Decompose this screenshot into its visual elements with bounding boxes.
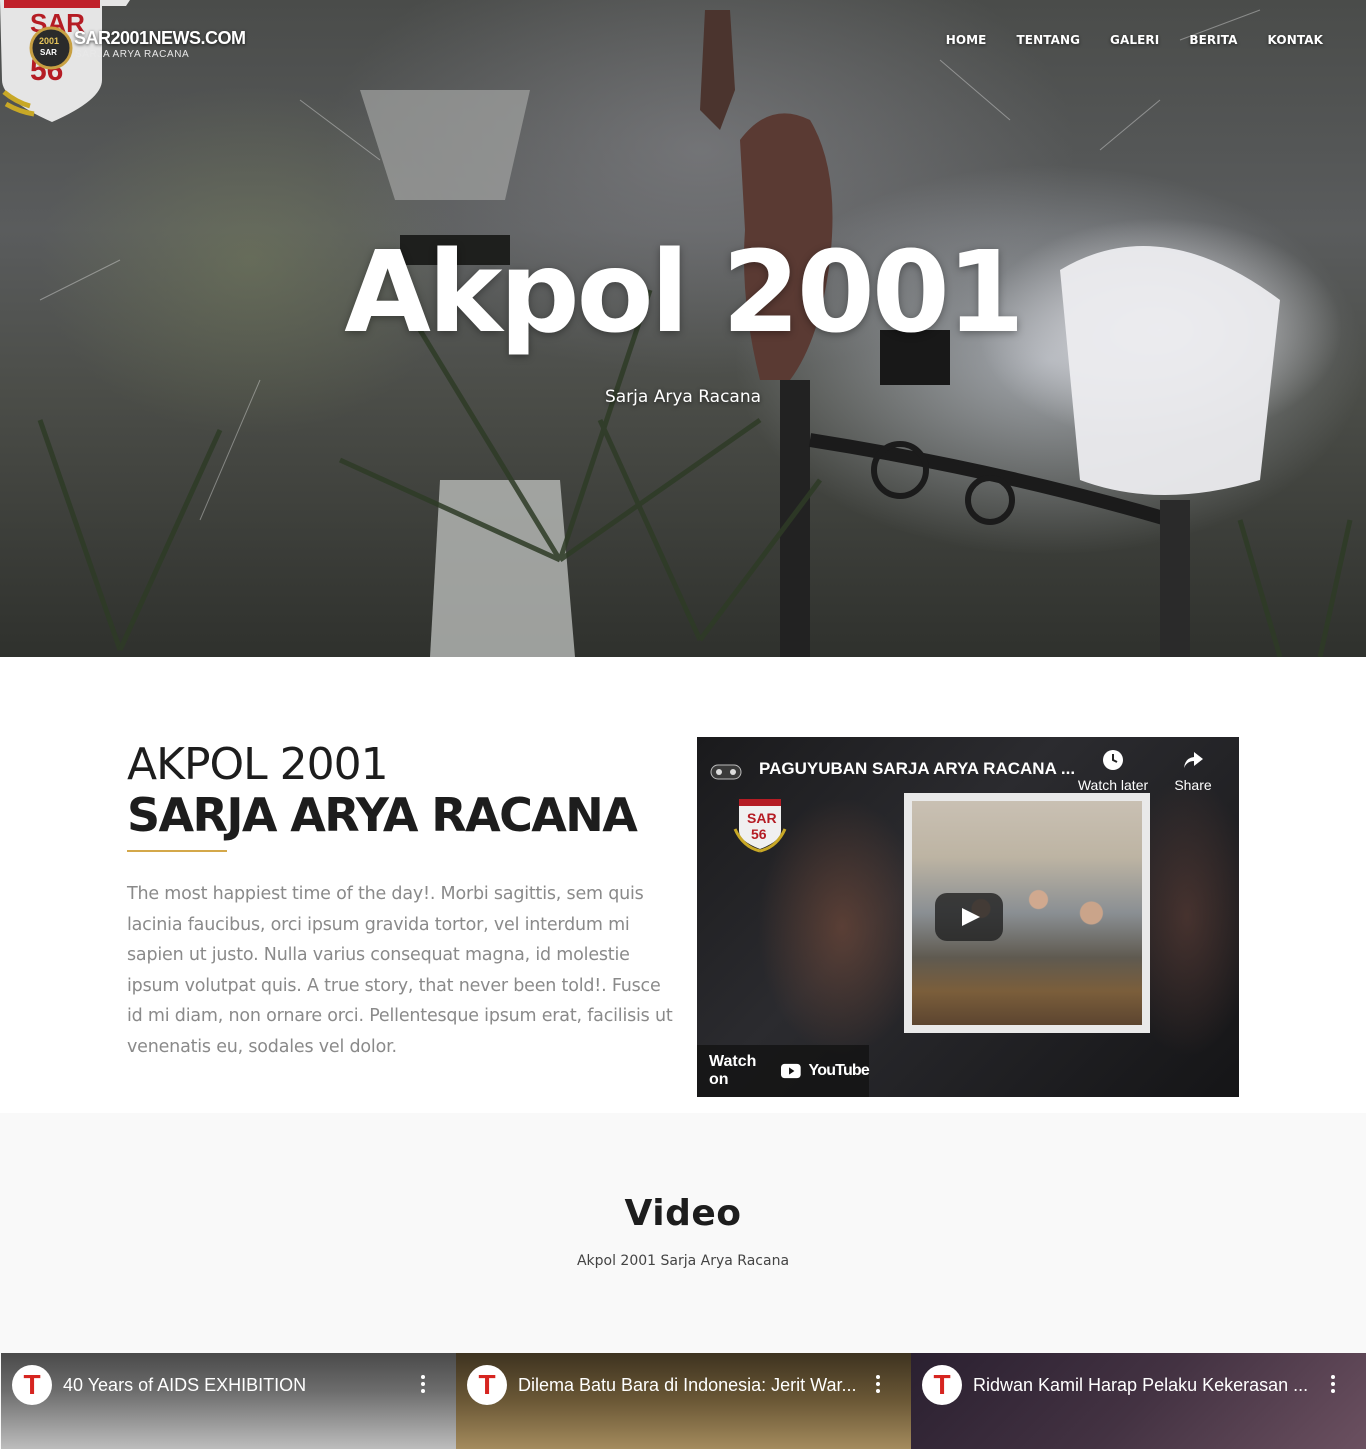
more-options-icon[interactable] — [420, 1375, 426, 1395]
play-button-icon[interactable] — [935, 893, 1003, 941]
heading-divider — [127, 850, 227, 852]
video-card-title[interactable]: Ridwan Kamil Harap Pelaku Kekerasan ... — [973, 1375, 1308, 1396]
nav-berita[interactable]: BERITA — [1189, 33, 1237, 47]
hero-subtitle: Sarja Arya Racana — [604, 387, 762, 407]
svg-text:SAR: SAR — [747, 810, 777, 826]
watch-later-label: Watch later — [1077, 777, 1149, 793]
site-logo-emblem[interactable]: SAR 56 2001 SAR — [0, 0, 210, 130]
nav-home[interactable]: HOME — [946, 33, 987, 47]
hero-title: Akpol 2001 — [344, 228, 1024, 358]
nav-galeri[interactable]: GALERI — [1110, 33, 1159, 47]
youtube-embed[interactable]: PAGUYUBAN SARJA ARYA RACANA ... SAR 56 W… — [697, 737, 1239, 1097]
share-label: Share — [1174, 777, 1212, 793]
about-paragraph: The most happiest time of the day!. Morb… — [127, 884, 673, 1057]
video-card-title[interactable]: 40 Years of AIDS EXHIBITION — [63, 1375, 306, 1396]
clock-icon — [1103, 750, 1123, 770]
youtube-wordmark: YouTube — [808, 1062, 870, 1079]
share-button[interactable]: Share — [1167, 749, 1219, 793]
video-section-subheading: Akpol 2001 Sarja Arya Racana — [576, 1253, 790, 1269]
youtube-logo-icon — [780, 1063, 801, 1079]
site-tagline: SARJA ARYA RACANA — [75, 49, 190, 60]
watch-later-button[interactable]: Watch later — [1077, 749, 1149, 793]
svg-text:SAR: SAR — [40, 48, 57, 57]
video-card[interactable]: T Dilema Batu Bara di Indonesia: Jerit W… — [456, 1353, 911, 1449]
tempo-channel-icon[interactable]: T — [467, 1365, 507, 1405]
site-title[interactable]: SAR2001NEWS.COM — [74, 28, 246, 49]
channel-avatar-icon[interactable] — [709, 761, 743, 783]
svg-text:2001: 2001 — [39, 36, 59, 46]
more-options-icon[interactable] — [1330, 1375, 1336, 1395]
nav-kontak[interactable]: KONTAK — [1268, 33, 1323, 47]
paguyuban-badge-icon: SAR 56 — [733, 799, 787, 853]
nav-tentang[interactable]: TENTANG — [1016, 33, 1080, 47]
about-heading-line2: SARJA ARYA RACANA — [127, 788, 638, 842]
embed-video-title[interactable]: PAGUYUBAN SARJA ARYA RACANA ... — [759, 759, 1075, 779]
hero-section: Akpol 2001 Sarja Arya Racana SAR 56 2001… — [0, 0, 1366, 657]
video-card[interactable]: T Ridwan Kamil Harap Pelaku Kekerasan ..… — [911, 1353, 1366, 1449]
svg-text:56: 56 — [751, 826, 767, 842]
watch-on-youtube-button[interactable]: Watch on YouTube — [697, 1045, 870, 1097]
tempo-channel-icon[interactable]: T — [922, 1365, 962, 1405]
main-nav: HOME TENTANG GALERI BERITA KONTAK — [946, 33, 1323, 47]
video-thumbnail-row: T 40 Years of AIDS EXHIBITION T Dilema B… — [1, 1353, 1366, 1449]
more-options-icon[interactable] — [875, 1375, 881, 1395]
about-heading-line1: AKPOL 2001 — [127, 739, 389, 790]
video-card-title[interactable]: Dilema Batu Bara di Indonesia: Jerit War… — [518, 1375, 856, 1396]
share-arrow-icon — [1184, 752, 1203, 768]
watch-on-label: Watch on — [709, 1053, 757, 1088]
video-card[interactable]: T 40 Years of AIDS EXHIBITION — [1, 1353, 456, 1449]
tempo-channel-icon[interactable]: T — [12, 1365, 52, 1405]
video-section-heading: Video — [624, 1193, 742, 1234]
